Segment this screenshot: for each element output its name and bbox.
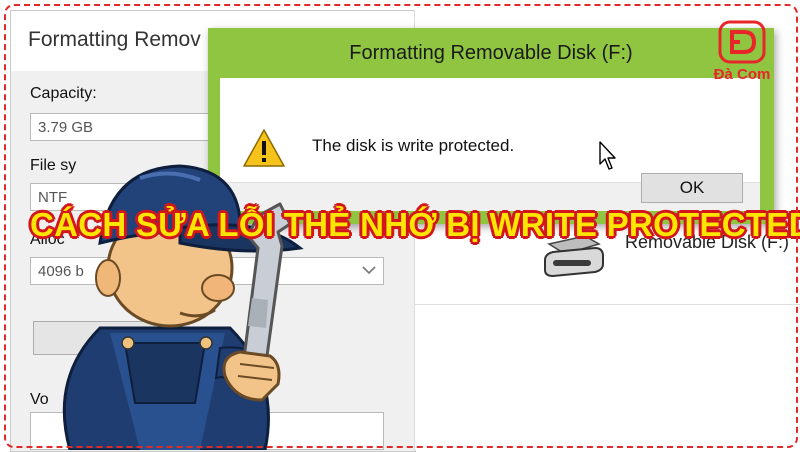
dialog-message: The disk is write protected. bbox=[312, 136, 515, 155]
mechanic-illustration bbox=[62, 164, 304, 450]
mouse-cursor-icon bbox=[599, 141, 616, 170]
chevron-down-icon bbox=[362, 266, 376, 275]
headline-banner: CÁCH SỬA LỖI THẺ NHỚ BỊ WRITE PROTECTED bbox=[30, 206, 800, 243]
capacity-label: Capacity: bbox=[30, 85, 97, 102]
logo-text: Đà Com bbox=[713, 66, 771, 83]
format-window-title: Formatting Remov bbox=[28, 28, 201, 51]
ok-button[interactable]: OK bbox=[641, 173, 743, 203]
panel-divider bbox=[415, 304, 800, 305]
dialog-title: Formatting Removable Disk (F:) bbox=[349, 42, 633, 64]
